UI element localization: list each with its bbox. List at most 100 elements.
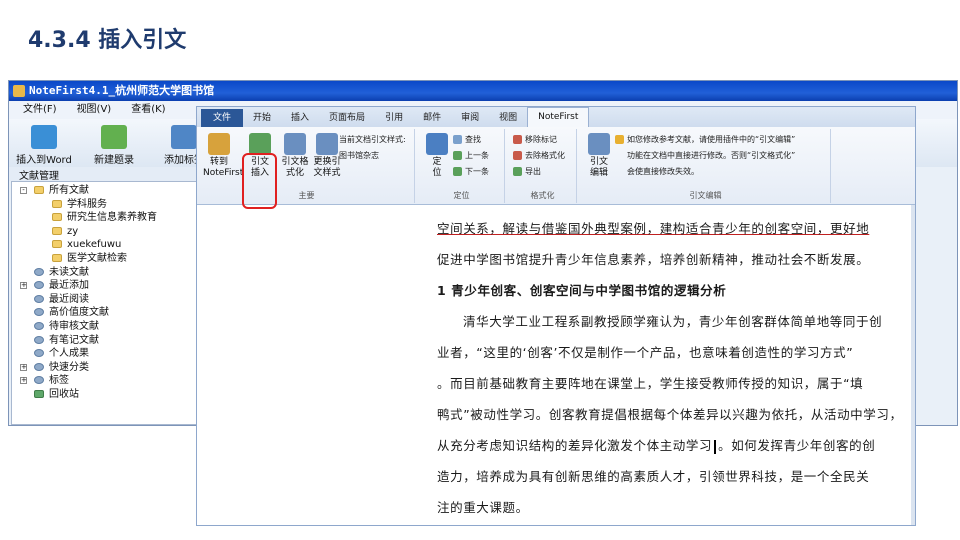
vertical-scrollbar[interactable] bbox=[911, 205, 915, 525]
remove-marks-button[interactable]: 移除标记 bbox=[513, 133, 557, 146]
tree-item-label: 个人成果 bbox=[49, 348, 89, 360]
find-button[interactable]: 查找 bbox=[453, 133, 481, 146]
arrow-down-icon bbox=[453, 167, 462, 176]
current-style-value[interactable]: 图书馆杂志 bbox=[339, 149, 379, 162]
edit-note-line-1: 如您修改参考文献，请使用插件中的“引文编辑” bbox=[615, 133, 795, 146]
insert-to-word-button[interactable]: 插入到Word bbox=[13, 121, 75, 167]
tab-references[interactable]: 引用 bbox=[375, 109, 413, 127]
format-citation-button[interactable]: 引文格 式化 bbox=[279, 133, 311, 179]
tab-page-layout[interactable]: 页面布局 bbox=[319, 109, 375, 127]
notefirst-titlebar[interactable]: NoteFirst4.1_杭州师范大学图书馆 bbox=[9, 81, 957, 101]
format-citation-icon bbox=[284, 133, 306, 155]
doc-line-text: 促进中学图书馆提升青少年信息素养，培养创新精神，推动社会不断发展。 bbox=[437, 252, 870, 267]
tree-item[interactable]: 学科服务 bbox=[12, 198, 198, 212]
ribbon-group-main: 转到 NoteFirst 引文 插入 引文格 式化 更换引 文样式 当前文档引文… bbox=[199, 129, 415, 209]
doc-line-text: 清华大学工业工程系副教授顾学雍认为，青少年创客群体简单地等同于创 bbox=[463, 314, 883, 329]
tree-item-label: 最近添加 bbox=[49, 280, 89, 292]
collection-icon bbox=[34, 281, 44, 290]
notefirst-window-title: NoteFirst4.1_杭州师范大学图书馆 bbox=[29, 84, 215, 97]
tree-item[interactable]: 医学文献检索 bbox=[12, 252, 198, 266]
expand-icon[interactable]: + bbox=[20, 282, 27, 290]
tree-item[interactable]: + 标签 bbox=[12, 374, 198, 388]
slide: 4.3.4 插入引文 NoteFirst4.1_杭州师范大学图书馆 文件(F) … bbox=[0, 0, 960, 540]
folder-icon bbox=[34, 186, 44, 194]
citation-edit-button[interactable]: 引文 编辑 bbox=[583, 133, 615, 179]
folder-icon bbox=[52, 199, 62, 208]
ribbon-group-locate-label: 定位 bbox=[453, 191, 470, 200]
collection-icon bbox=[34, 294, 44, 303]
doc-line-text: 注的重大课题。 bbox=[437, 500, 529, 515]
new-record-button[interactable]: 新建题录 bbox=[83, 121, 145, 167]
tab-view[interactable]: 视图 bbox=[489, 109, 527, 127]
tree-item[interactable]: 有笔记文献 bbox=[12, 334, 198, 348]
tab-insert[interactable]: 插入 bbox=[281, 109, 319, 127]
library-tree: - 所有文献 学科服务 研究生信息素养教育 zy xuekefuwu 医学文献检索 未读文献 +… bbox=[11, 181, 199, 425]
tree-item-label: 所有文献 bbox=[49, 185, 89, 196]
arrow-up-icon bbox=[453, 151, 462, 160]
tree-item-label: 回收站 bbox=[49, 388, 79, 400]
doc-line: 业者，“这里的‘创客’不仅是制作一个产品，也意味着创造性的学习方式” bbox=[437, 341, 907, 372]
tree-item[interactable]: 最近阅读 bbox=[12, 293, 198, 307]
remove-marks-label: 移除标记 bbox=[525, 135, 557, 144]
collection-icon bbox=[34, 308, 44, 317]
tree-item[interactable]: - 所有文献 bbox=[12, 184, 198, 198]
tree-item[interactable]: + 最近添加 bbox=[12, 279, 198, 293]
remove-format-icon bbox=[513, 151, 522, 160]
menu-file[interactable]: 文件(F) bbox=[23, 101, 57, 119]
ribbon-group-format-label: 格式化 bbox=[530, 191, 555, 200]
sidebar-title: 文献管理 bbox=[9, 167, 199, 182]
tree-item[interactable]: 未读文献 bbox=[12, 266, 198, 280]
folder-icon bbox=[52, 226, 62, 235]
document-body[interactable]: 空间关系，解读与借鉴国外典型案例，建构适合青少年的创客空间，更好地 促进中学图书… bbox=[437, 217, 907, 527]
tree-item[interactable]: 待审核文献 bbox=[12, 320, 198, 334]
collapse-icon[interactable]: - bbox=[20, 187, 27, 194]
expand-icon[interactable]: + bbox=[20, 363, 27, 371]
notefirst-ribbon: 转到 NoteFirst 引文 插入 引文格 式化 更换引 文样式 当前文档引文… bbox=[197, 127, 915, 209]
find-icon bbox=[453, 135, 462, 144]
goto-notefirst-button[interactable]: 转到 NoteFirst bbox=[203, 133, 243, 179]
citation-edit-label: 引文 编辑 bbox=[589, 157, 608, 178]
collection-icon bbox=[34, 349, 44, 358]
remove-format-button[interactable]: 去除格式化 bbox=[513, 149, 565, 162]
previous-button[interactable]: 上一条 bbox=[453, 149, 489, 162]
tab-mailings[interactable]: 邮件 bbox=[413, 109, 451, 127]
next-label: 下一条 bbox=[465, 167, 489, 176]
collection-icon bbox=[34, 335, 44, 344]
doc-line-text: 业者，“这里的‘创客’不仅是制作一个产品，也意味着创造性的学习方式” bbox=[437, 345, 854, 360]
tree-item[interactable]: xuekefuwu bbox=[12, 238, 198, 252]
tree-item[interactable]: + 快速分类 bbox=[12, 361, 198, 375]
tab-review[interactable]: 审阅 bbox=[451, 109, 489, 127]
tree-item[interactable]: 回收站 bbox=[12, 388, 198, 402]
tree-item[interactable]: zy bbox=[12, 225, 198, 239]
goto-notefirst-icon bbox=[208, 133, 230, 155]
menu-browse[interactable]: 查看(K) bbox=[131, 101, 165, 119]
insert-citation-icon bbox=[249, 133, 271, 155]
tree-item-label: 最近阅读 bbox=[49, 293, 89, 305]
doc-line-text: 从充分考虑知识结构的差异化激发个体主动学习 bbox=[437, 438, 713, 453]
collection-icon bbox=[34, 362, 44, 371]
ribbon-group-edit-label: 引文编辑 bbox=[689, 191, 722, 200]
menu-view[interactable]: 视图(V) bbox=[77, 101, 112, 119]
tab-file[interactable]: 文件 bbox=[201, 109, 244, 127]
tab-notefirst[interactable]: NoteFirst bbox=[527, 107, 590, 127]
expand-icon[interactable]: + bbox=[20, 377, 27, 385]
doc-line: 从充分考虑知识结构的差异化激发个体主动学习 。如何发挥青少年创客的创 bbox=[437, 434, 907, 465]
tab-home[interactable]: 开始 bbox=[243, 109, 281, 127]
doc-line-text: 造力，培养成为具有创新思维的高素质人才，引领世界科技，是一个全民关 bbox=[437, 469, 870, 484]
locate-button[interactable]: 定 位 bbox=[421, 133, 453, 179]
doc-line: 。而目前基础教育主要阵地在课堂上，学生接受教师传授的知识，属于“填 bbox=[437, 372, 907, 403]
next-button[interactable]: 下一条 bbox=[453, 165, 489, 178]
tree-item-label: xuekefuwu bbox=[67, 239, 122, 251]
ribbon-group-locate: 定 位 查找 上一条 下一条 定位 bbox=[419, 129, 505, 203]
doc-line: 鸭式”被动性学习。创客教育提倡根据每个体差异以兴趣为依托，从活动中学习， bbox=[437, 403, 907, 434]
remove-marks-icon bbox=[513, 135, 522, 144]
tree-item[interactable]: 高价值度文献 bbox=[12, 306, 198, 320]
tree-item-label: 有笔记文献 bbox=[49, 334, 99, 346]
tree-item[interactable]: 个人成果 bbox=[12, 347, 198, 361]
tree-item-label: 快速分类 bbox=[49, 361, 89, 373]
tree-item[interactable]: 研究生信息素养教育 bbox=[12, 211, 198, 225]
export-button[interactable]: 导出 bbox=[513, 165, 541, 178]
tree-item-label: 学科服务 bbox=[67, 198, 107, 210]
word-ribbon-tabs: 文件 开始 插入 页面布局 引用 邮件 审阅 视图 NoteFirst bbox=[197, 107, 915, 127]
folder-icon bbox=[52, 240, 62, 249]
